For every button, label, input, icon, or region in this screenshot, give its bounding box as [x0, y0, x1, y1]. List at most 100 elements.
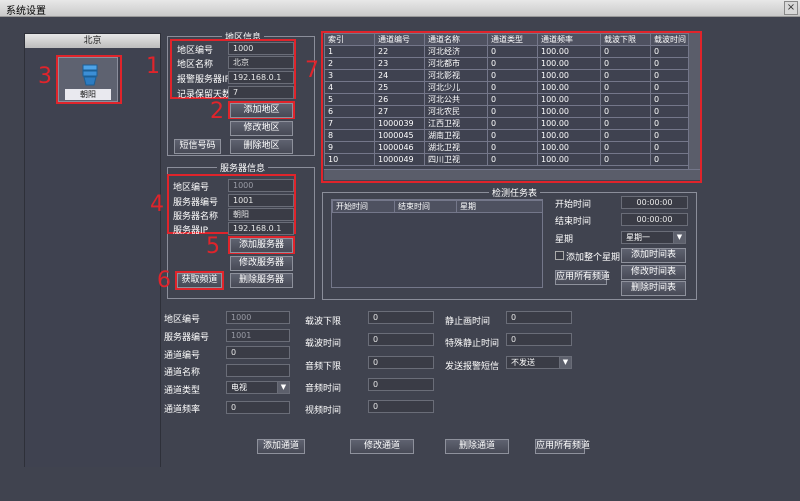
carrier-time-field[interactable]: 0 [368, 333, 434, 346]
table-cell: 0 [650, 69, 689, 82]
audio-low-field[interactable]: 0 [368, 356, 434, 369]
table-cell: 9 [324, 141, 375, 154]
table-cell: 100.00 [537, 81, 601, 94]
weekday-select[interactable]: 星期一 ▼ [621, 231, 686, 244]
table-cell: 0 [650, 57, 689, 70]
table-cell: 0 [600, 93, 651, 106]
edit-region-button[interactable]: 修改地区 [230, 121, 293, 136]
delete-schedule-button[interactable]: 删除时间表 [621, 281, 686, 296]
column-header[interactable]: 通道名称 [424, 33, 488, 46]
ch-number-label: 通道编号 [164, 351, 201, 361]
server-code-label: 服务器编号 [173, 198, 219, 208]
send-sms-label: 发送报警短信 [445, 362, 500, 372]
region-tab-beijing[interactable]: 北京 [25, 34, 160, 48]
ch-freq-label: 通道频率 [164, 405, 201, 415]
channel-table-header: 索引 通道编号 通道名称 通道类型 通道频率 载波下限 载波时间 [324, 33, 689, 46]
add-channel-button[interactable]: 添加通道 [257, 439, 305, 454]
ch-server-code-label: 服务器编号 [164, 333, 210, 343]
ch-number-field[interactable]: 0 [226, 346, 290, 359]
add-schedule-button[interactable]: 添加时间表 [621, 248, 686, 263]
table-cell: 0 [600, 105, 651, 118]
all-week-checkbox[interactable] [555, 251, 564, 260]
column-header[interactable]: 通道频率 [537, 33, 601, 46]
table-cell: 24 [374, 69, 425, 82]
schedule-column-header[interactable]: 星期 [456, 200, 543, 213]
table-cell: 0 [650, 141, 689, 154]
server-code-field[interactable]: 1001 [228, 194, 294, 207]
table-cell: 0 [600, 69, 651, 82]
sms-number-button[interactable]: 短信号码 [174, 139, 221, 154]
start-time-label: 开始时间 [555, 200, 592, 210]
fetch-channels-button[interactable]: 获取频道 [177, 273, 222, 288]
table-row[interactable]: 2 23 河北都市 0 100.00 0 0 [324, 57, 689, 70]
channel-table-vscroll[interactable] [688, 33, 700, 169]
table-row[interactable]: 8 1000045 湖南卫视 0 100.00 0 0 [324, 129, 689, 142]
table-row[interactable]: 9 1000046 湖北卫视 0 100.00 0 0 [324, 141, 689, 154]
ch-server-code-field[interactable]: 1001 [226, 329, 290, 342]
record-days-field[interactable]: 7 [228, 86, 294, 99]
special-still-field[interactable]: 0 [506, 333, 572, 346]
video-time-field[interactable]: 0 [368, 400, 434, 413]
edit-schedule-button[interactable]: 修改时间表 [621, 265, 686, 280]
region-name-label: 地区名称 [177, 60, 214, 70]
table-cell: 河北经济 [424, 45, 488, 58]
table-cell: 6 [324, 105, 375, 118]
ch-type-label: 通道类型 [164, 386, 201, 396]
table-cell: 0 [487, 117, 538, 130]
table-cell: 0 [487, 45, 538, 58]
send-sms-select[interactable]: 不发送 ▼ [506, 356, 572, 369]
table-cell: 100.00 [537, 141, 601, 154]
table-row[interactable]: 1 22 河北经济 0 100.00 0 0 [324, 45, 689, 58]
delete-channel-button[interactable]: 删除通道 [445, 439, 509, 454]
server-name-field[interactable]: 朝阳 [228, 208, 294, 221]
server-area-code-label: 地区编号 [173, 183, 210, 193]
audio-time-field[interactable]: 0 [368, 378, 434, 391]
ch-type-select[interactable]: 电视 ▼ [226, 381, 290, 394]
audio-low-label: 音频下限 [305, 362, 342, 372]
region-tree-panel: 北京 朝阳 [24, 33, 161, 467]
column-header[interactable]: 载波时间 [650, 33, 689, 46]
region-name-field[interactable]: 北京 [228, 56, 294, 69]
end-time-field[interactable]: 00:00:00 [621, 213, 688, 226]
table-row[interactable]: 4 25 河北少儿 0 100.00 0 0 [324, 81, 689, 94]
column-header[interactable]: 索引 [324, 33, 375, 46]
server-ip-field[interactable]: 192.168.0.1 [228, 222, 294, 235]
alarm-server-ip-field[interactable]: 192.168.0.1 [228, 71, 294, 84]
table-cell: 0 [600, 45, 651, 58]
close-button[interactable]: × [784, 1, 798, 15]
table-row[interactable]: 5 26 河北公共 0 100.00 0 0 [324, 93, 689, 106]
still-time-field[interactable]: 0 [506, 311, 572, 324]
channel-table-hscroll[interactable] [324, 169, 700, 180]
column-header[interactable]: 通道编号 [374, 33, 425, 46]
schedule-column-header[interactable]: 开始时间 [332, 200, 395, 213]
audio-time-label: 音频时间 [305, 384, 342, 394]
table-cell: 25 [374, 81, 425, 94]
delete-server-button[interactable]: 删除服务器 [230, 273, 293, 288]
table-cell: 0 [600, 129, 651, 142]
add-server-button[interactable]: 添加服务器 [230, 238, 293, 253]
table-row[interactable]: 6 27 河北农民 0 100.00 0 0 [324, 105, 689, 118]
apply-all-channels-schedule-button[interactable]: 应用所有频道 [555, 270, 610, 285]
schedule-column-header[interactable]: 结束时间 [394, 200, 457, 213]
column-header[interactable]: 通道类型 [487, 33, 538, 46]
apply-all-channels-button[interactable]: 应用所有频道 [535, 439, 590, 454]
carrier-low-field[interactable]: 0 [368, 311, 434, 324]
carrier-time-label: 载波时间 [305, 339, 342, 349]
table-row[interactable]: 10 1000049 四川卫视 0 100.00 0 0 [324, 153, 689, 166]
region-code-field[interactable]: 1000 [228, 42, 294, 55]
table-row[interactable]: 3 24 河北影视 0 100.00 0 0 [324, 69, 689, 82]
edit-channel-button[interactable]: 修改通道 [350, 439, 414, 454]
table-row[interactable]: 7 1000039 江西卫视 0 100.00 0 0 [324, 117, 689, 130]
ch-area-code-field[interactable]: 1000 [226, 311, 290, 324]
add-region-button[interactable]: 添加地区 [230, 103, 293, 118]
ch-freq-field[interactable]: 0 [226, 401, 290, 414]
column-header[interactable]: 载波下限 [600, 33, 651, 46]
ch-name-field[interactable] [226, 364, 290, 377]
edit-server-button[interactable]: 修改服务器 [230, 256, 293, 271]
server-tile-chaoyang[interactable]: 朝阳 [58, 57, 118, 102]
delete-region-button[interactable]: 删除地区 [230, 139, 293, 154]
table-cell: 1000046 [374, 141, 425, 154]
server-tile-label: 朝阳 [65, 89, 111, 100]
start-time-field[interactable]: 00:00:00 [621, 196, 688, 209]
server-area-code-field[interactable]: 1000 [228, 179, 294, 192]
